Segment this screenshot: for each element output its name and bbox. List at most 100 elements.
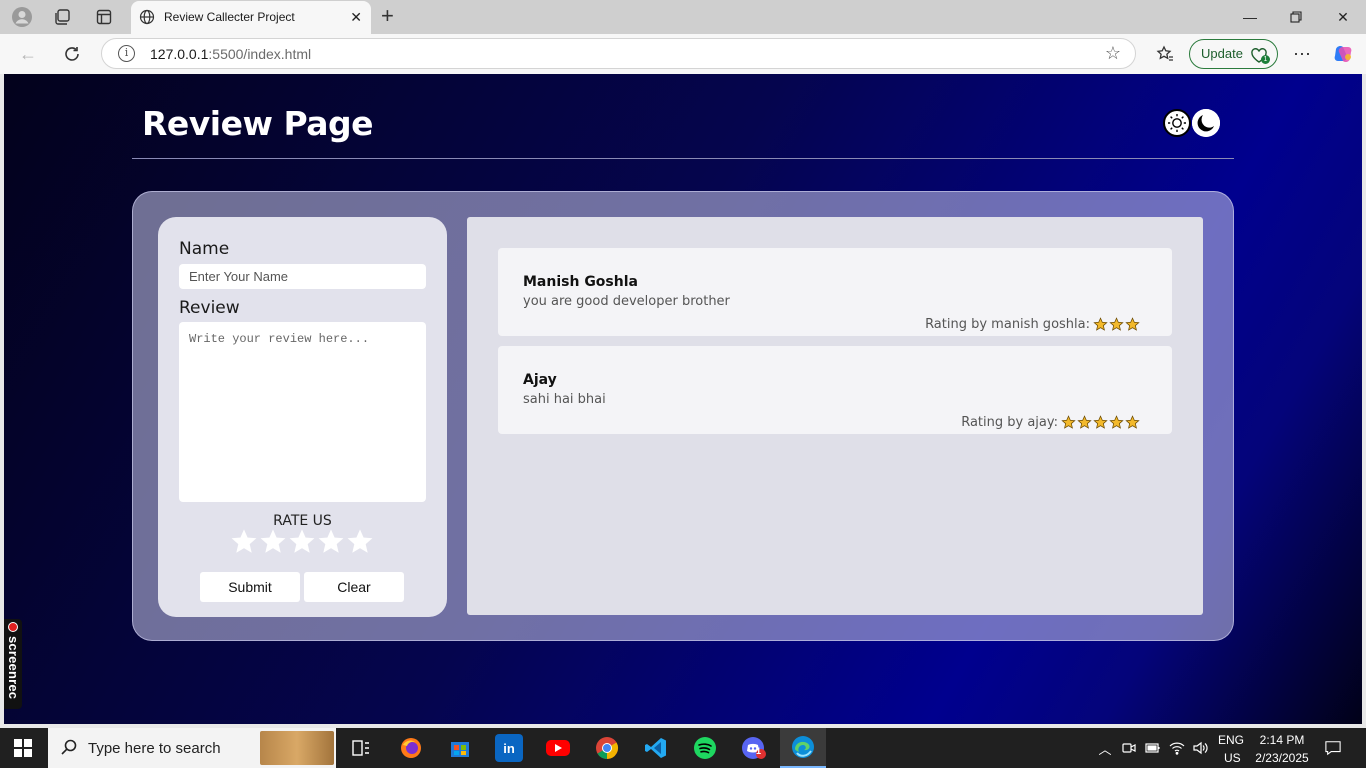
url-text: 127.0.0.1:5500/index.html (150, 46, 312, 62)
restore-icon[interactable] (1273, 0, 1319, 34)
chrome-icon[interactable] (593, 734, 621, 762)
volume-icon[interactable] (1192, 740, 1208, 756)
language-code: ENG (1218, 733, 1245, 747)
review-panel: Name Review RATE US Submit Clear Manish … (132, 191, 1234, 641)
rate-us-label: RATE US (273, 513, 332, 529)
star-icon (1125, 317, 1140, 331)
battery-icon[interactable] (1145, 740, 1161, 756)
review-rating: Rating by manish goshla: (925, 317, 1140, 332)
update-count-badge: 1 (1261, 55, 1270, 64)
profile-icon[interactable] (10, 5, 34, 29)
tab-actions-icon[interactable] (92, 5, 116, 29)
submit-button[interactable]: Submit (200, 572, 300, 602)
address-bar-row: ← i 127.0.0.1:5500/index.html ☆ Update 1… (0, 34, 1366, 74)
clock[interactable]: 2:14 PM 2/23/2025 (1254, 733, 1310, 765)
search-icon (60, 738, 78, 761)
microsoft-store-icon[interactable] (446, 734, 474, 762)
rate-star-input[interactable] (231, 529, 373, 555)
screenrec-label: screenrec (6, 636, 21, 700)
rating-stars (1093, 317, 1140, 332)
task-view-icon[interactable] (347, 734, 375, 762)
review-rating: Rating by ajay: (961, 415, 1140, 430)
windows-start-icon[interactable] (14, 739, 32, 757)
review-textarea[interactable] (179, 322, 426, 502)
star-icon (1077, 415, 1092, 429)
wifi-icon[interactable] (1169, 740, 1185, 756)
search-placeholder: Type here to search (88, 740, 221, 757)
show-hidden-icons[interactable]: ︿ (1097, 740, 1113, 757)
windows-taskbar: Type here to search in 1 ︿ ENG US 2:14 P… (0, 728, 1366, 768)
screenrec-overlay[interactable]: screenrec (4, 619, 22, 709)
reviewer-name: Ajay (523, 372, 557, 388)
search-highlight-image (260, 731, 334, 765)
spotify-icon[interactable] (691, 734, 719, 762)
globe-icon (139, 9, 155, 30)
taskbar-search[interactable]: Type here to search (48, 728, 336, 768)
review-form: Name Review RATE US Submit Clear (158, 217, 447, 617)
more-menu-icon[interactable]: ⋯ (1290, 42, 1314, 66)
star-icon[interactable] (231, 529, 257, 555)
youtube-icon[interactable] (544, 734, 572, 762)
reviewer-name: Manish Goshla (523, 274, 638, 290)
review-item: Manish Goshla you are good developer bro… (498, 248, 1172, 336)
star-icon (1109, 317, 1124, 331)
vscode-icon[interactable] (642, 734, 670, 762)
star-icon[interactable] (289, 529, 315, 555)
review-list: Manish Goshla you are good developer bro… (467, 217, 1203, 615)
star-icon (1125, 415, 1140, 429)
light-theme-button[interactable] (1163, 109, 1191, 137)
meet-now-icon[interactable] (1121, 740, 1137, 756)
clock-date: 2/23/2025 (1255, 751, 1309, 765)
name-input[interactable] (179, 264, 426, 289)
favorite-star-icon[interactable]: ☆ (1105, 43, 1121, 64)
discord-badge: 1 (756, 746, 762, 756)
review-text: sahi hai bhai (523, 392, 606, 407)
url-field[interactable]: i 127.0.0.1:5500/index.html ☆ (101, 38, 1136, 69)
rating-label: Rating by manish goshla: (925, 317, 1090, 332)
close-tab-icon[interactable]: ✕ (350, 9, 362, 26)
workspaces-icon[interactable] (50, 5, 74, 29)
notifications-icon[interactable] (1325, 740, 1341, 756)
tab-title: Review Callecter Project (164, 10, 295, 24)
browser-tab-active[interactable]: Review Callecter Project ✕ (131, 1, 371, 34)
page-viewport: Review Page Name Review RATE US Submit C… (4, 74, 1362, 724)
site-info-icon[interactable]: i (118, 45, 135, 62)
new-tab-icon[interactable]: + (381, 4, 394, 28)
star-icon (1109, 415, 1124, 429)
window-close-icon[interactable]: ✕ (1320, 0, 1366, 34)
update-label: Update (1201, 46, 1243, 61)
review-label: Review (179, 298, 240, 318)
update-heart-icon: 1 (1250, 46, 1270, 64)
update-button[interactable]: Update 1 (1189, 39, 1278, 69)
language-indicator[interactable]: ENG US (1218, 733, 1244, 765)
browser-tab-bar: Review Callecter Project ✕ + — ✕ (0, 0, 1366, 34)
rating-label: Rating by ajay: (961, 415, 1058, 430)
name-label: Name (179, 239, 230, 259)
record-icon (8, 622, 18, 632)
sun-icon (1168, 114, 1186, 132)
edge-icon[interactable] (780, 728, 826, 768)
review-text: you are good developer brother (523, 294, 730, 309)
firefox-icon[interactable] (397, 734, 425, 762)
back-icon[interactable]: ← (16, 42, 40, 66)
star-icon[interactable] (347, 529, 373, 555)
header-divider (132, 158, 1234, 159)
discord-icon[interactable]: 1 (740, 734, 768, 762)
star-icon (1093, 415, 1108, 429)
moon-icon (1192, 109, 1220, 137)
region-code: US (1224, 751, 1241, 765)
linkedin-icon[interactable]: in (495, 734, 523, 762)
clear-button[interactable]: Clear (304, 572, 404, 602)
page-title: Review Page (142, 104, 374, 143)
star-icon (1061, 415, 1076, 429)
minimize-icon[interactable]: — (1227, 0, 1273, 34)
rating-stars (1061, 415, 1140, 430)
favorites-icon[interactable] (1153, 42, 1177, 66)
star-icon[interactable] (260, 529, 286, 555)
star-icon[interactable] (318, 529, 344, 555)
review-item: Ajay sahi hai bhai Rating by ajay: (498, 346, 1172, 434)
copilot-icon[interactable] (1331, 42, 1355, 66)
star-icon (1093, 317, 1108, 331)
dark-theme-button[interactable] (1192, 109, 1220, 137)
refresh-icon[interactable] (60, 42, 84, 66)
